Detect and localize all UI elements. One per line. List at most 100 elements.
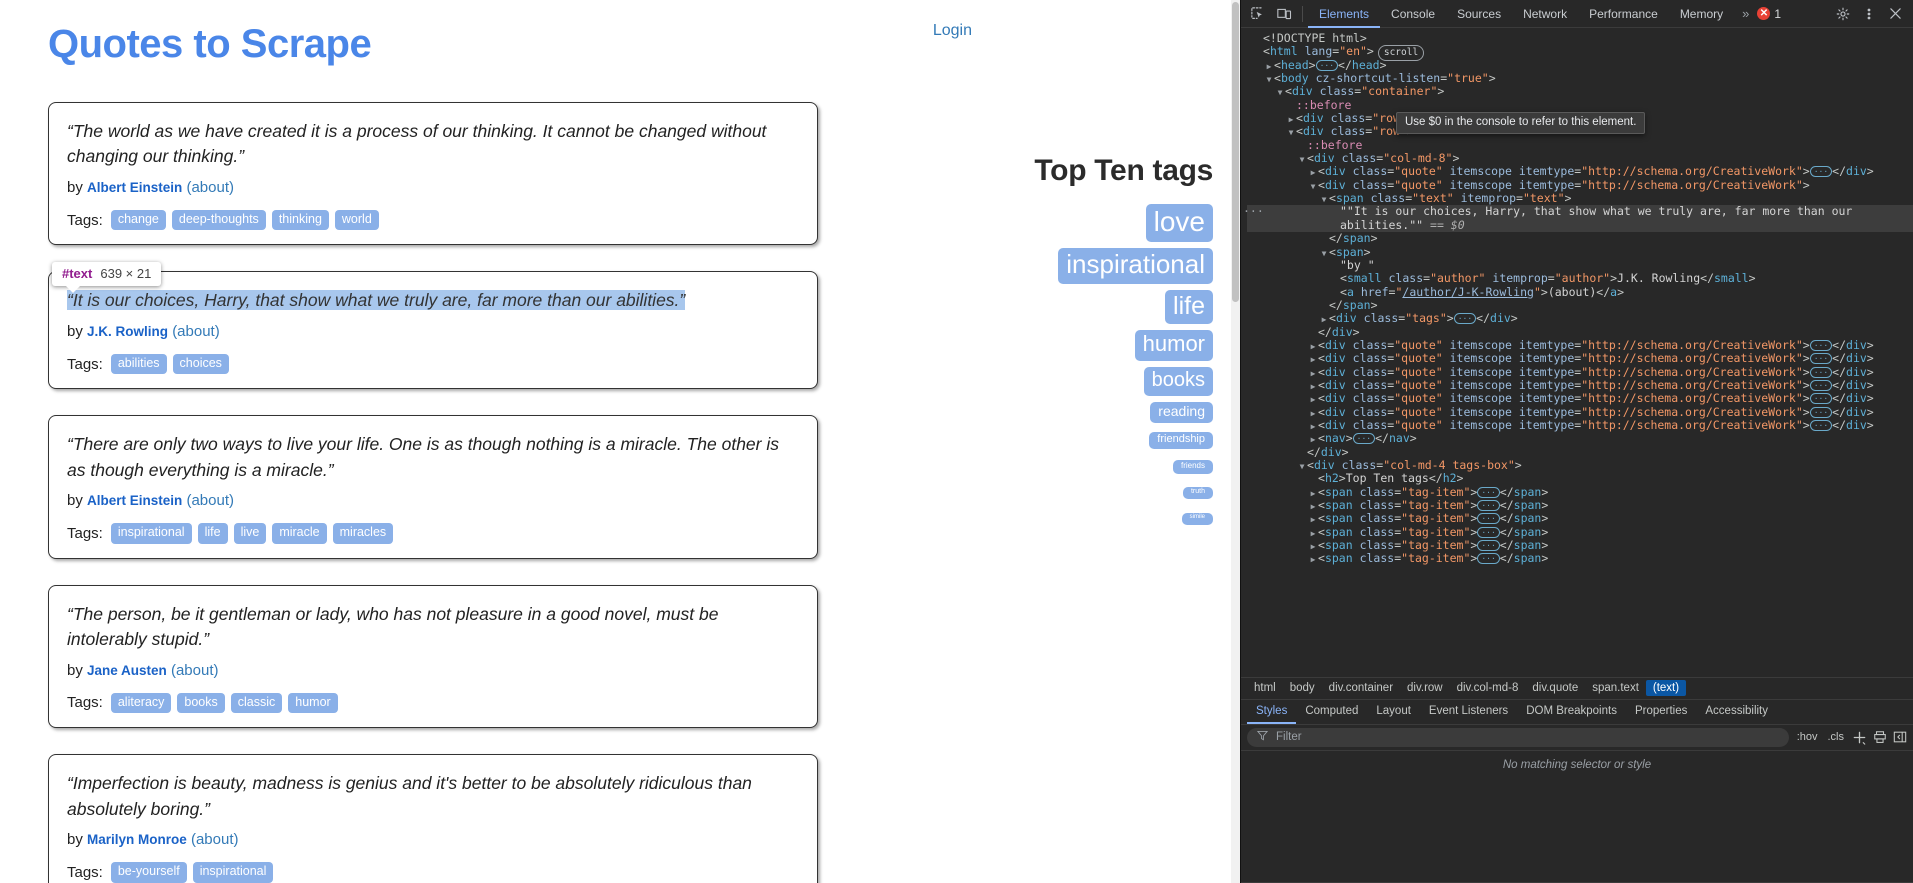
- error-badge[interactable]: ✕ 1: [1757, 7, 1781, 21]
- tag-link[interactable]: miracles: [332, 523, 394, 544]
- breadcrumb-item[interactable]: html: [1247, 680, 1283, 696]
- breadcrumb-item[interactable]: div.col-md-8: [1450, 680, 1526, 696]
- author-about-link[interactable]: (about): [172, 323, 220, 340]
- dom-tree-node[interactable]: <div class="col-md-8">: [1247, 151, 1913, 166]
- tag-link[interactable]: world: [334, 209, 379, 231]
- gear-icon[interactable]: [1830, 2, 1856, 26]
- devtools-tab-elements[interactable]: Elements: [1308, 0, 1380, 28]
- styles-tab-properties[interactable]: Properties: [1626, 699, 1696, 724]
- breadcrumb-item[interactable]: div.container: [1322, 680, 1400, 696]
- dom-tree-node[interactable]: <span class="tag-item">···</span>: [1247, 552, 1913, 565]
- page-scrollbar[interactable]: [1231, 0, 1240, 883]
- dom-tree-node[interactable]: </div>: [1247, 325, 1913, 339]
- dom-tree-node[interactable]: <h2>Top Ten tags</h2>: [1247, 472, 1913, 485]
- tag-link[interactable]: books: [177, 692, 225, 714]
- dom-tree-node[interactable]: <div class="quote" itemscope itemtype="h…: [1247, 352, 1913, 365]
- tag-cloud-link[interactable]: friends: [1172, 460, 1213, 474]
- dom-tree-node[interactable]: ··· ""It is our choices, Harry, that show…: [1243, 205, 1913, 219]
- device-toolbar-icon[interactable]: [1271, 2, 1297, 26]
- dom-tree-node[interactable]: <span class="tag-item">···</span>: [1247, 538, 1913, 553]
- styles-tab-event-listeners[interactable]: Event Listeners: [1420, 699, 1517, 724]
- tree-twisty-icon[interactable]: [1297, 152, 1307, 166]
- tree-twisty-icon[interactable]: [1308, 539, 1318, 553]
- tag-cloud-link[interactable]: books: [1143, 367, 1213, 396]
- author-about-link[interactable]: (about): [191, 831, 239, 848]
- login-link[interactable]: Login: [933, 22, 972, 40]
- author-about-link[interactable]: (about): [186, 179, 234, 196]
- tree-twisty-icon[interactable]: [1275, 85, 1285, 99]
- styles-tab-dom-breakpoints[interactable]: DOM Breakpoints: [1517, 699, 1626, 724]
- tree-twisty-icon[interactable]: [1308, 552, 1318, 566]
- dom-tree-node[interactable]: </span>: [1247, 231, 1913, 245]
- tag-link[interactable]: change: [110, 209, 166, 231]
- tag-link[interactable]: abilities: [110, 353, 167, 375]
- tag-cloud-link[interactable]: friendship: [1149, 431, 1213, 450]
- tag-link[interactable]: miracle: [272, 523, 327, 544]
- tag-link[interactable]: classic: [230, 692, 283, 714]
- dom-tree-node[interactable]: <div class="quote" itemscope itemtype="h…: [1247, 165, 1913, 178]
- dom-tree-node[interactable]: <span>: [1247, 245, 1913, 260]
- dom-tree-node[interactable]: abilities."" == $0: [1247, 218, 1913, 233]
- dom-tree[interactable]: Use $0 in the console to refer to this e…: [1241, 28, 1913, 677]
- tree-twisty-icon[interactable]: [1308, 179, 1318, 193]
- dom-tree-node[interactable]: <span class="tag-item">···</span>: [1247, 498, 1913, 513]
- filter-field[interactable]: [1247, 727, 1789, 747]
- tag-cloud-link[interactable]: simile: [1181, 513, 1213, 525]
- tree-twisty-icon[interactable]: [1308, 339, 1318, 353]
- dom-tree-node[interactable]: <div class="container">: [1247, 85, 1913, 98]
- dom-tree-node[interactable]: <div class="quote" itemscope itemtype="h…: [1247, 178, 1913, 193]
- author-about-link[interactable]: (about): [171, 662, 219, 679]
- tag-link[interactable]: humor: [288, 692, 338, 714]
- devtools-tab-network[interactable]: Network: [1512, 0, 1578, 28]
- tree-twisty-icon[interactable]: [1286, 112, 1296, 126]
- dom-tree-node[interactable]: <head>···</head>: [1247, 58, 1913, 73]
- tag-cloud-link[interactable]: love: [1145, 204, 1213, 243]
- toggle-sidebar-icon[interactable]: [1893, 730, 1907, 744]
- dom-tree-node[interactable]: <div class="quote" itemscope itemtype="h…: [1247, 392, 1913, 405]
- dom-tree-node[interactable]: ::before: [1247, 98, 1913, 112]
- devtools-tab-performance[interactable]: Performance: [1578, 0, 1669, 28]
- tag-link[interactable]: deep-thoughts: [171, 209, 266, 231]
- tree-twisty-icon[interactable]: [1308, 165, 1318, 179]
- dom-tree-node[interactable]: <div class="quote" itemscope itemtype="h…: [1247, 365, 1913, 380]
- dom-tree-node[interactable]: <a href="/author/J-K-Rowling">(about)</a…: [1247, 285, 1913, 299]
- page-scrollbar-thumb[interactable]: [1232, 2, 1239, 302]
- tag-link[interactable]: be-yourself: [110, 861, 187, 883]
- dom-tree-node[interactable]: <div class="quote" itemscope itemtype="h…: [1247, 418, 1913, 433]
- tree-twisty-icon[interactable]: [1308, 366, 1318, 380]
- tag-link[interactable]: inspirational: [192, 861, 274, 883]
- tree-twisty-icon[interactable]: [1286, 125, 1296, 139]
- filter-input[interactable]: [1274, 730, 1779, 745]
- tree-twisty-icon[interactable]: [1308, 499, 1318, 513]
- dom-tree-node[interactable]: <div class="tags">···</div>: [1247, 312, 1913, 325]
- tree-twisty-icon[interactable]: [1308, 486, 1318, 500]
- tag-cloud-link[interactable]: life: [1165, 289, 1213, 325]
- dom-tree-node[interactable]: <span class="tag-item">···</span>: [1247, 485, 1913, 500]
- dom-tree-node[interactable]: <span class="tag-item">···</span>: [1247, 512, 1913, 525]
- more-tabs-icon[interactable]: »: [1734, 6, 1757, 21]
- tag-link[interactable]: thinking: [271, 209, 329, 231]
- dom-tree-node[interactable]: <span class="text" itemprop="text">: [1247, 191, 1913, 205]
- tag-cloud-link[interactable]: humor: [1134, 330, 1213, 362]
- styles-tab-computed[interactable]: Computed: [1296, 699, 1367, 724]
- dom-tree-node[interactable]: <span class="tag-item">···</span>: [1247, 525, 1913, 539]
- devtools-tab-memory[interactable]: Memory: [1669, 0, 1734, 28]
- tag-link[interactable]: choices: [172, 353, 229, 375]
- tree-twisty-icon[interactable]: [1264, 59, 1274, 73]
- breadcrumb-item[interactable]: span.text: [1585, 680, 1646, 696]
- printer-icon[interactable]: [1873, 730, 1887, 744]
- class-filter-button[interactable]: .cls: [1826, 731, 1847, 743]
- devtools-tab-sources[interactable]: Sources: [1446, 0, 1512, 28]
- tree-twisty-icon[interactable]: [1308, 392, 1318, 406]
- tree-twisty-icon[interactable]: [1264, 72, 1274, 86]
- kebab-menu-icon[interactable]: [1856, 2, 1882, 26]
- breadcrumb-item[interactable]: div.quote: [1525, 680, 1585, 696]
- tree-twisty-icon[interactable]: [1308, 512, 1318, 526]
- tag-link[interactable]: life: [197, 523, 228, 544]
- breadcrumb-item[interactable]: div.row: [1400, 680, 1450, 696]
- tree-twisty-icon[interactable]: [1319, 246, 1329, 260]
- hover-state-button[interactable]: :hov: [1795, 731, 1820, 743]
- author-about-link[interactable]: (about): [186, 492, 234, 509]
- tree-twisty-icon[interactable]: [1308, 419, 1318, 433]
- dom-tree-node[interactable]: ::before: [1247, 138, 1913, 152]
